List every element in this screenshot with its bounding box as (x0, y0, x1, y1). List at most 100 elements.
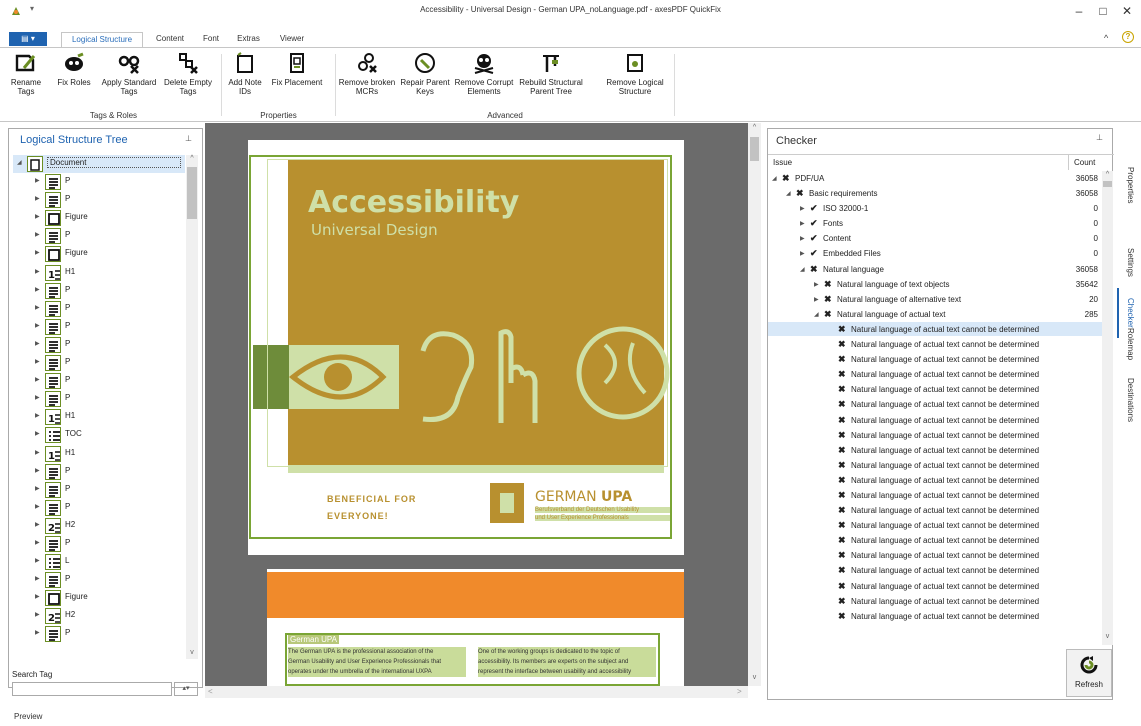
checker-row[interactable]: ▶ ✔ Fonts 0 (768, 216, 1102, 232)
expand-arrow-icon[interactable]: ▶ (35, 430, 40, 437)
pin-icon[interactable]: ⊥ (185, 134, 192, 143)
expand-arrow-icon[interactable]: ▶ (35, 286, 40, 293)
tree-scrollbar[interactable]: ^ v (186, 155, 198, 659)
tree-node[interactable]: ▶ L (13, 553, 185, 571)
expand-arrow-icon[interactable]: ▶ (35, 213, 40, 220)
tree-node[interactable]: ▶ P (13, 282, 185, 300)
tree-node[interactable]: ▶ Figure (13, 245, 185, 263)
column-header-count[interactable]: Count (1074, 158, 1095, 167)
remove-logical-structure-button[interactable]: Remove Logical Structure (602, 52, 668, 110)
expand-arrow-icon[interactable]: ▶ (800, 235, 805, 242)
expand-arrow-icon[interactable]: ▶ (35, 593, 40, 600)
close-button[interactable]: ✕ (1116, 2, 1138, 20)
checker-row[interactable]: ✖ Natural language of actual text cannot … (768, 458, 1102, 473)
tree-node[interactable]: ▶ P (13, 463, 185, 481)
expand-arrow-icon[interactable]: ▶ (35, 521, 40, 528)
tree-node[interactable]: ▶ P (13, 336, 185, 354)
checker-row[interactable]: ◢ ✖ PDF/UA 36058 (768, 171, 1102, 187)
preview-vertical-scrollbar[interactable]: ^ v (748, 123, 761, 686)
expand-arrow-icon[interactable]: ▶ (35, 195, 40, 202)
checker-row[interactable]: ▶ ✔ ISO 32000-1 0 (768, 201, 1102, 217)
checker-scroll-thumb[interactable] (1103, 181, 1112, 187)
remove-corrupt-elements-button[interactable]: Remove Corrupt Elements (454, 52, 514, 110)
side-tab-rolemap[interactable]: Rolemap (1117, 324, 1135, 364)
checker-row[interactable]: ✖ Natural language of actual text cannot … (768, 413, 1102, 428)
tree-node[interactable]: ▶ P (13, 191, 185, 209)
tree-node[interactable]: ▶ 1 H1 (13, 264, 185, 282)
tree-node[interactable]: ▶ P (13, 390, 185, 408)
tab-viewer[interactable]: Viewer (272, 32, 312, 47)
tree-node[interactable]: ▶ P (13, 318, 185, 336)
tree-node[interactable]: ▶ Figure (13, 209, 185, 227)
expand-arrow-icon[interactable]: ▶ (800, 220, 805, 227)
preview-scroll-thumb[interactable] (750, 137, 759, 161)
checker-row[interactable]: ✖ Natural language of actual text cannot … (768, 518, 1102, 534)
checker-row[interactable]: ▶ ✔ Content 0 (768, 231, 1102, 247)
fix-roles-button[interactable]: Fix Roles (54, 52, 94, 110)
expand-arrow-icon[interactable]: ▶ (35, 467, 40, 474)
expand-arrow-icon[interactable]: ▶ (35, 611, 40, 618)
checker-row[interactable]: ✖ Natural language of actual text cannot … (768, 443, 1102, 458)
collapse-arrow-icon[interactable]: ◢ (800, 266, 805, 273)
expand-arrow-icon[interactable]: ▶ (35, 575, 40, 582)
checker-row[interactable]: ▶ ✖ Natural language of alternative text 20 (768, 292, 1102, 307)
tree-scroll-thumb[interactable] (187, 167, 197, 219)
tree-node[interactable]: ▶ P (13, 300, 185, 318)
minimize-button[interactable]: – (1068, 2, 1090, 20)
tree-node[interactable]: ▶ 1 H1 (13, 445, 185, 463)
expand-arrow-icon[interactable]: ▶ (814, 281, 819, 288)
expand-arrow-icon[interactable]: ▶ (35, 485, 40, 492)
tree-node[interactable]: ▶ P (13, 499, 185, 517)
checker-row[interactable]: ✖ Natural language of actual text cannot … (768, 594, 1102, 609)
tab-content[interactable]: Content (148, 32, 192, 47)
checker-row[interactable]: ✖ Natural language of actual text cannot … (768, 548, 1102, 564)
checker-row[interactable]: ✖ Natural language of actual text cannot … (768, 503, 1102, 519)
collapse-arrow-icon[interactable]: ◢ (772, 175, 777, 182)
maximize-button[interactable]: □ (1092, 2, 1114, 20)
tree-node[interactable]: ▶ P (13, 227, 185, 245)
expand-arrow-icon[interactable]: ▶ (35, 412, 40, 419)
side-tab-destinations[interactable]: Destinations (1117, 370, 1135, 430)
collapse-ribbon-icon[interactable]: ^ (1104, 33, 1108, 43)
tab-font[interactable]: Font (196, 32, 226, 47)
repair-parent-keys-button[interactable]: Repair Parent Keys (398, 52, 452, 110)
checker-row[interactable]: ✖ Natural language of actual text cannot … (768, 579, 1102, 594)
checker-row[interactable]: ✖ Natural language of actual text cannot … (768, 367, 1102, 383)
checker-row[interactable]: ▶ ✖ Natural language of text objects 35642 (768, 277, 1102, 292)
expand-arrow-icon[interactable]: ▶ (814, 296, 819, 303)
remove-broken-mcrs-button[interactable]: Remove broken MCRs (338, 52, 396, 110)
rename-tags-button[interactable]: Rename Tags (6, 52, 46, 110)
tree-node-document[interactable]: ◢ Document (13, 155, 185, 174)
rebuild-parent-tree-button[interactable]: Rebuild Structural Parent Tree (516, 52, 586, 110)
expand-arrow-icon[interactable]: ▶ (35, 268, 40, 275)
checker-row[interactable]: ✖ Natural language of actual text cannot … (768, 428, 1102, 443)
column-header-issue[interactable]: Issue (773, 158, 792, 167)
checker-row[interactable]: ✖ Natural language of actual text cannot … (768, 609, 1102, 624)
fix-placement-button[interactable]: Fix Placement (268, 52, 326, 110)
expand-arrow-icon[interactable]: ▶ (35, 394, 40, 401)
expand-arrow-icon[interactable]: ▶ (35, 376, 40, 383)
expand-arrow-icon[interactable]: ▶ (35, 249, 40, 256)
checker-row[interactable]: ◢ ✖ Natural language 36058 (768, 262, 1102, 277)
checker-scrollbar[interactable]: ^ v (1102, 171, 1113, 645)
tree-node[interactable]: ▶ 1 H1 (13, 408, 185, 426)
expand-arrow-icon[interactable]: ▶ (35, 539, 40, 546)
expand-arrow-icon[interactable]: ▶ (35, 503, 40, 510)
checker-row[interactable]: ✖ Natural language of actual text cannot … (768, 397, 1102, 413)
tab-extras[interactable]: Extras (231, 32, 266, 47)
tree-node[interactable]: ▶ P (13, 571, 185, 589)
checker-row[interactable]: ✖ Natural language of actual text cannot … (768, 488, 1102, 504)
apply-standard-tags-button[interactable]: Apply Standard Tags (99, 52, 159, 110)
help-icon[interactable]: ? (1122, 31, 1134, 43)
add-note-ids-button[interactable]: Add Note IDs (225, 52, 265, 110)
tree-node[interactable]: ▶ P (13, 481, 185, 499)
checker-pin-icon[interactable]: ⊥ (1096, 133, 1103, 142)
tree-node[interactable]: ▶ P (13, 625, 185, 643)
tree-node[interactable]: ▶ 2 H2 (13, 517, 185, 535)
side-tab-settings[interactable]: Settings (1117, 242, 1135, 282)
expand-arrow-icon[interactable]: ▶ (800, 205, 805, 212)
collapse-arrow-icon[interactable]: ◢ (17, 159, 22, 166)
tree-node[interactable]: ▶ TOC (13, 426, 185, 444)
tree-node[interactable]: ▶ P (13, 535, 185, 553)
collapse-arrow-icon[interactable]: ◢ (814, 311, 819, 318)
